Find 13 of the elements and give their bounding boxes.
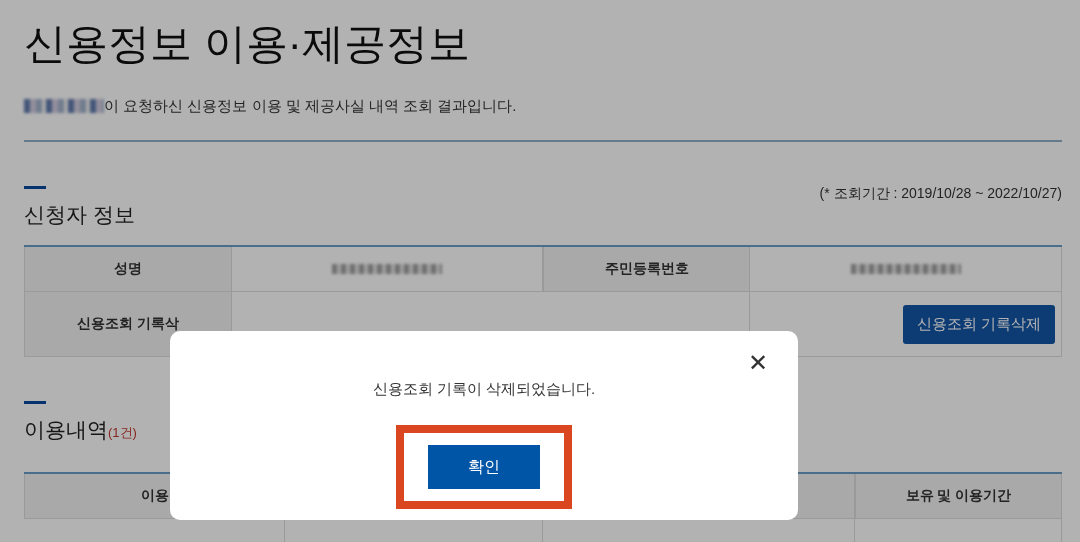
period-text: (* 조회기간 : 2019/10/28 ~ 2022/10/27) bbox=[819, 185, 1062, 203]
section-heading: 이용내역 bbox=[24, 418, 108, 441]
confirm-button[interactable]: 확인 bbox=[428, 445, 540, 489]
table-header-cell: 주민등록번호 bbox=[543, 247, 750, 291]
intro-text: 이 요청하신 신용정보 이용 및 제공사실 내역 조회 결과입니다. bbox=[104, 96, 517, 116]
count-text: (1건) bbox=[108, 425, 137, 440]
section-heading: 신청자 정보 bbox=[24, 202, 135, 228]
page-title: 신용정보 이용·제공정보 bbox=[24, 19, 471, 69]
table-header-cell: 성명 bbox=[24, 247, 232, 291]
dialog-message: 신용조회 기록이 삭제되었습니다. bbox=[372, 380, 596, 399]
delete-record-button[interactable]: 신용조회 기록삭제 bbox=[902, 304, 1055, 344]
close-button[interactable]: ✕ bbox=[747, 349, 768, 377]
table-header-cell: 보유 및 이용기간 bbox=[855, 474, 1062, 518]
